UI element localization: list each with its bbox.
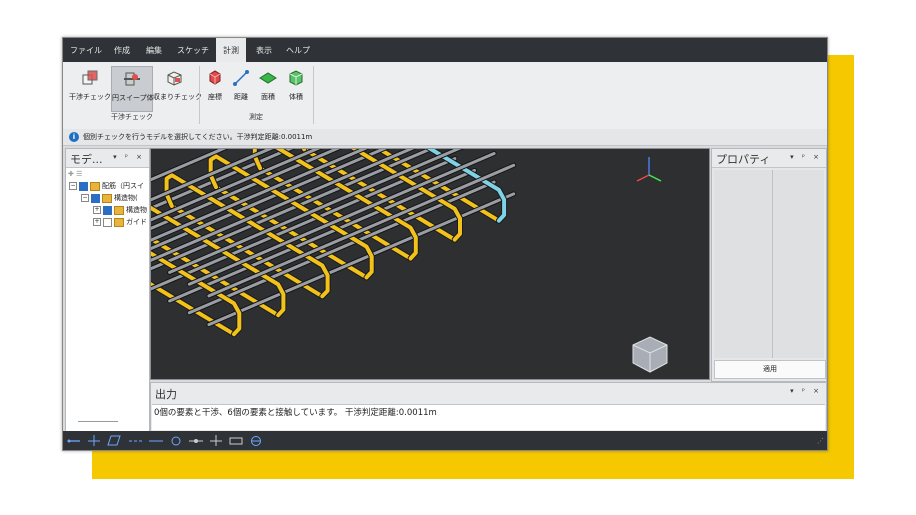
view-cube-icon[interactable] <box>629 335 671 375</box>
folder-icon <box>90 181 100 191</box>
menu-sketch[interactable]: スケッチ <box>173 38 213 62</box>
folder-icon <box>102 193 112 203</box>
model-panel: モデ... ▾ ᵖ × ✚ ☰ − 配筋（円スイ − 構造物( + 構造物 + ガイド <box>65 148 150 432</box>
property-panel: プロパティ ▾ ᵖ × 適用 <box>711 148 827 382</box>
menu-measure[interactable]: 計測 <box>216 38 246 62</box>
distance-button[interactable]: 距離 <box>229 66 253 110</box>
output-message: 0個の要素と干渉、6個の要素と接触しています。 干渉判定距離:0.0011m <box>152 404 825 430</box>
volume-button[interactable]: 体積 <box>283 66 309 110</box>
menu-create[interactable]: 作成 <box>107 38 137 62</box>
fit-check-button[interactable]: 収まりチェック <box>153 66 202 110</box>
circle-sweep-icon <box>124 72 140 86</box>
coordinate-button[interactable]: 座標 <box>203 66 227 110</box>
interference-group-label: 干渉チェック <box>111 113 153 121</box>
tree-toolbar: ✚ ☰ <box>68 170 82 180</box>
line-tool-icon[interactable] <box>67 435 81 446</box>
volume-icon <box>289 70 303 86</box>
menu-edit[interactable]: 編集 <box>139 38 169 62</box>
point-tool-icon[interactable] <box>87 435 101 446</box>
tree-item-root[interactable]: − 配筋（円スイ <box>69 181 144 192</box>
interference-check-button[interactable]: 干渉チェック <box>69 66 111 110</box>
menu-view[interactable]: 表示 <box>249 38 279 62</box>
ribbon-separator <box>199 66 200 124</box>
info-message: 個別チェックを行うモデルを選択してください。干渉判定距離:0.0011m <box>83 133 313 141</box>
property-divider <box>772 170 773 358</box>
node-line-icon[interactable] <box>189 435 203 446</box>
menu-help[interactable]: ヘルプ <box>281 38 315 62</box>
axis-triad-icon <box>636 157 662 182</box>
fit-check-icon <box>167 71 182 86</box>
collapse-icon[interactable]: − <box>81 194 89 202</box>
globe-icon[interactable] <box>249 435 263 446</box>
property-panel-title: プロパティ <box>716 153 771 166</box>
move-icon[interactable] <box>209 435 223 446</box>
circle-sweep-button[interactable]: 円スイープ体 <box>111 66 154 112</box>
ribbon-separator <box>313 66 314 124</box>
model-panel-header: モデ... ▾ ᵖ × <box>66 149 149 168</box>
collapse-icon[interactable]: − <box>69 182 77 190</box>
status-bar: ⋰ <box>63 431 827 450</box>
property-panel-header: プロパティ ▾ ᵖ × <box>712 149 826 168</box>
measure-group-label: 測定 <box>249 113 263 121</box>
apply-button[interactable]: 適用 <box>714 360 826 379</box>
expand-icon[interactable]: + <box>93 206 101 214</box>
grid-icon[interactable] <box>229 435 243 446</box>
output-panel: 出力 ▾ ᵖ × 0個の要素と干渉、6個の要素と接触しています。 干渉判定距離:… <box>150 382 827 432</box>
distance-icon <box>233 70 249 86</box>
tree-item-guide[interactable]: + ガイド <box>93 217 147 228</box>
expand-icon[interactable]: + <box>93 218 101 226</box>
panel-controls[interactable]: ▾ ᵖ × <box>790 387 822 395</box>
panel-controls[interactable]: ▾ ᵖ × <box>113 153 145 161</box>
app-window: ファイル 作成 編集 スケッチ 計測 表示 ヘルプ 干渉チェック 円スイープ体 <box>62 37 828 451</box>
tree-item-structure-group[interactable]: − 構造物( <box>81 193 138 204</box>
tree-item-structure[interactable]: + 構造物 <box>93 205 147 216</box>
dash-line-icon[interactable] <box>129 435 143 446</box>
info-icon: i <box>69 132 79 142</box>
checkbox[interactable] <box>103 205 112 215</box>
scrollbar[interactable] <box>78 421 118 422</box>
list-icon[interactable]: ☰ <box>76 170 82 178</box>
folder-icon <box>114 205 124 215</box>
model-panel-title: モデ... <box>70 153 103 166</box>
checkbox[interactable] <box>79 181 88 191</box>
interference-check-icon <box>82 70 98 85</box>
menu-file[interactable]: ファイル <box>67 38 105 62</box>
add-icon[interactable]: ✚ <box>68 170 74 178</box>
horizontal-line-icon[interactable] <box>149 435 163 446</box>
info-bar: i 個別チェックを行うモデルを選択してください。干渉判定距離:0.0011m <box>63 129 827 146</box>
output-title: 出力 <box>155 388 177 401</box>
menu-bar: ファイル 作成 編集 スケッチ 計測 表示 ヘルプ <box>63 38 827 62</box>
circle-snap-icon[interactable] <box>169 435 183 446</box>
resize-grip-icon[interactable]: ⋰ <box>817 437 824 445</box>
property-grid <box>714 170 824 358</box>
plane-tool-icon[interactable] <box>107 435 121 446</box>
folder-icon <box>114 217 124 227</box>
checkbox[interactable] <box>103 217 112 227</box>
ribbon: 干渉チェック 円スイープ体 収まりチェック 干渉チェック 座標 距離 面積 体積… <box>63 62 827 130</box>
checkbox[interactable] <box>91 193 100 203</box>
coordinate-icon <box>209 70 221 85</box>
area-button[interactable]: 面積 <box>255 66 281 110</box>
panel-controls[interactable]: ▾ ᵖ × <box>790 153 822 161</box>
3d-viewport[interactable] <box>69 80 710 380</box>
area-icon <box>259 72 277 84</box>
rebar-model[interactable] <box>69 80 709 379</box>
